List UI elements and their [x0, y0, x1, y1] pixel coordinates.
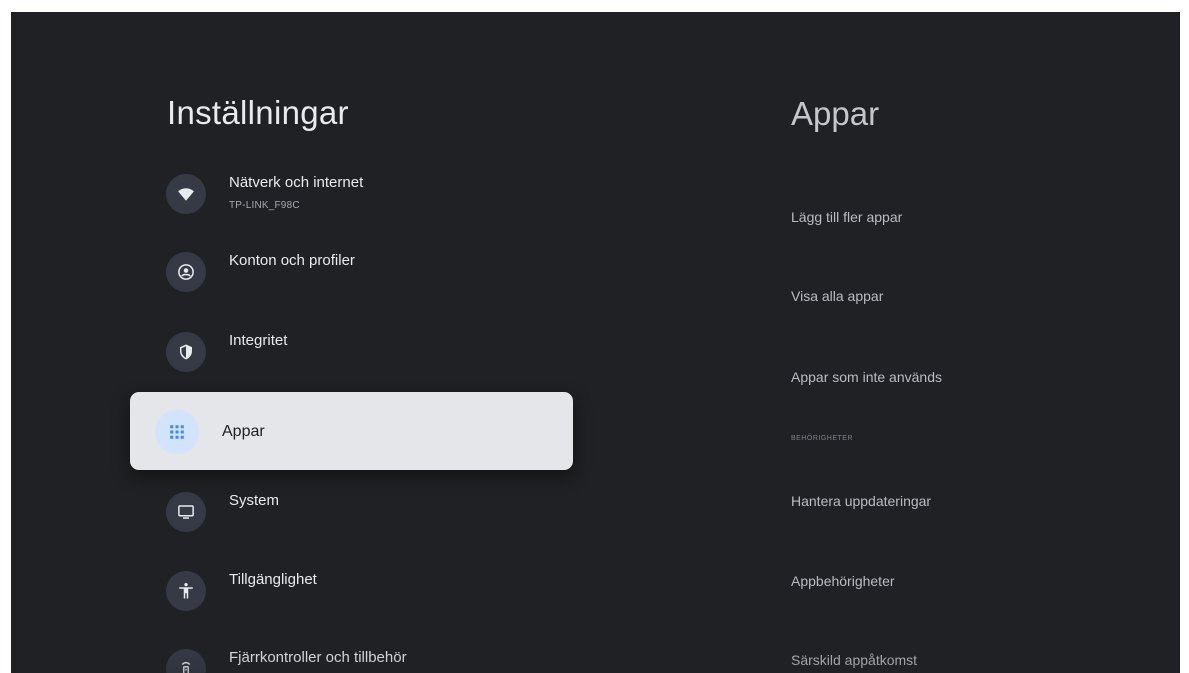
app-permissions-item[interactable]: Appbehörigheter: [791, 573, 895, 589]
accessibility-icon: [166, 571, 206, 611]
tv-monitor-icon: [166, 492, 206, 532]
unused-apps-item[interactable]: Appar som inte används: [791, 369, 942, 385]
permissions-section-header: BEHÖRIGHETER: [791, 435, 854, 442]
menu-item-privacy[interactable]: Integritet: [166, 332, 576, 384]
network-name: TP-LINK_F98C: [229, 200, 300, 211]
apps-detail-panel: Appar Lägg till fler appar Visa alla app…: [601, 12, 1180, 673]
add-more-apps-item[interactable]: Lägg till fler appar: [791, 209, 902, 225]
shield-icon: [166, 332, 206, 372]
page-title: Inställningar: [167, 94, 349, 131]
tv-settings-screen: Inställningar Nätverk och internet TP-LI…: [11, 12, 1180, 673]
wifi-icon: [166, 174, 206, 214]
account-circle-icon: [166, 252, 206, 292]
menu-item-remotes[interactable]: Fjärrkontroller och tillbehör: [166, 649, 576, 673]
menu-item-label: Nätverk och internet: [229, 174, 364, 191]
menu-item-accessibility[interactable]: Tillgänglighet: [166, 571, 576, 623]
menu-item-system[interactable]: System: [166, 492, 576, 544]
manage-updates-item[interactable]: Hantera uppdateringar: [791, 493, 931, 509]
special-app-access-item[interactable]: Särskild appåtkomst: [791, 652, 917, 668]
menu-item-network[interactable]: Nätverk och internet TP-LINK_F98C: [166, 174, 576, 226]
menu-item-label: Integritet: [229, 332, 288, 349]
menu-item-label: Tillgänglighet: [229, 571, 317, 588]
remote-control-icon: [166, 649, 206, 673]
menu-item-accounts[interactable]: Konton och profiler: [166, 252, 576, 304]
settings-panel: Inställningar Nätverk och internet TP-LI…: [11, 12, 601, 673]
detail-title: Appar: [791, 95, 880, 132]
menu-item-label: Fjärrkontroller och tillbehör: [229, 649, 407, 666]
apps-grid-icon: [155, 410, 199, 454]
menu-item-label: Konton och profiler: [229, 252, 355, 269]
menu-item-apps[interactable]: Appar: [130, 392, 573, 470]
menu-item-label: Appar: [222, 423, 265, 440]
menu-item-label: System: [229, 492, 280, 509]
see-all-apps-item[interactable]: Visa alla appar: [791, 288, 883, 304]
